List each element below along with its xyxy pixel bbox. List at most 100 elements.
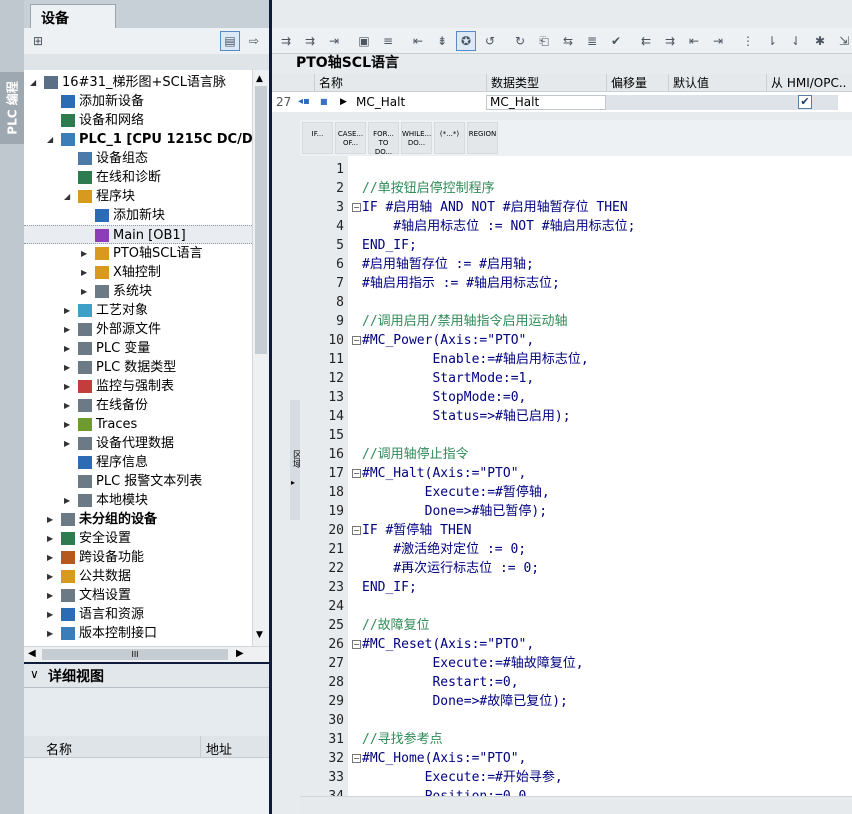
tree-item[interactable]: ▶ 监控与强制表 xyxy=(24,377,252,396)
code-line[interactable]: IF #启用轴 AND NOT #启用轴暂存位 THEN xyxy=(362,198,628,217)
tree-item[interactable]: 在线和诊断 xyxy=(24,168,252,187)
interface-row[interactable]: 27 ◂▪ ■ ▶ MC_Halt MC_Halt ✔ xyxy=(272,92,852,112)
fold-toggle-icon[interactable]: − xyxy=(352,526,361,535)
code-line[interactable]: END_IF; xyxy=(362,578,417,597)
hmi-checkbox[interactable]: ✔ xyxy=(798,95,812,109)
indent-left-icon[interactable]: ⇇ xyxy=(636,31,656,51)
region-snippet-button[interactable]: REGION xyxy=(467,122,498,154)
open-editor-icon[interactable]: ⇨ xyxy=(244,31,264,51)
collapse-arrow-icon[interactable]: ◢ xyxy=(47,130,57,149)
redo-icon[interactable]: ↻ xyxy=(510,31,530,51)
monitor-icon[interactable]: ⎗ xyxy=(534,31,554,51)
code-line[interactable]: StartMode:=1, xyxy=(362,369,534,388)
expand-arrow-icon[interactable]: ▶ xyxy=(47,567,57,586)
tree-horizontal-scrollbar[interactable]: ◀ III ▶ xyxy=(24,646,269,662)
fold-toggle-icon[interactable]: − xyxy=(352,336,361,345)
code-line[interactable]: //寻找参考点 xyxy=(362,730,443,749)
expand-arrow-icon[interactable]: ▶ xyxy=(64,358,74,377)
expand-arrow-icon[interactable]: ▶ xyxy=(64,415,74,434)
code-horizontal-scrollbar[interactable] xyxy=(300,796,852,814)
tree-item[interactable]: ▶ 安全设置 xyxy=(24,529,252,548)
fold-toggle-icon[interactable]: − xyxy=(352,754,361,763)
var-name[interactable]: MC_Halt xyxy=(356,92,405,112)
code-line[interactable]: #轴启用标志位 := NOT #轴启用标志位; xyxy=(362,217,635,236)
code-line[interactable]: StopMode:=0, xyxy=(362,388,526,407)
tree-item[interactable]: 程序信息 xyxy=(24,453,252,472)
overview-icon[interactable]: ▤ xyxy=(220,31,240,51)
expand-arrow-icon[interactable]: ▶ xyxy=(64,320,74,339)
expand-arrow-icon[interactable]: ▶ xyxy=(64,396,74,415)
comment-snippet-button[interactable]: (*...*) xyxy=(434,122,465,154)
bookmark-prev-icon[interactable]: ⇂ xyxy=(762,31,782,51)
code-line[interactable]: Execute:=#开始寻参, xyxy=(362,768,563,787)
properties-icon[interactable]: ⊞ xyxy=(28,31,48,51)
var-datatype[interactable]: MC_Halt xyxy=(490,92,539,112)
tree-item[interactable]: ▶ 版本控制接口 xyxy=(24,624,252,643)
expand-arrow-icon[interactable]: ▶ xyxy=(64,377,74,396)
tree-item[interactable]: ▶ X轴控制 xyxy=(24,263,252,282)
code-area[interactable]: 1 2 3 4 5 6 7 8 9 10 11 12 13 14 15 16 17 18 19 20 21 22 23 24 2… xyxy=(300,156,852,796)
code-line[interactable]: #再次运行标志位 := 0; xyxy=(362,559,539,578)
col-name-header[interactable]: 名称 xyxy=(314,74,486,92)
scroll-up-icon[interactable]: ▲ xyxy=(256,74,263,84)
col-default-header[interactable]: 默认值 xyxy=(668,74,766,92)
tree-item[interactable]: ▶ 跨设备功能 xyxy=(24,548,252,567)
code-line[interactable]: Position:=0.0, xyxy=(362,787,535,796)
favorites-icon[interactable]: ✪ xyxy=(456,31,476,51)
code-line[interactable]: //单按钮启停控制程序 xyxy=(362,179,495,198)
tree-item[interactable]: ▶ 外部源文件 xyxy=(24,320,252,339)
expand-arrow-icon[interactable]: ▶ xyxy=(81,244,91,263)
expand-arrow-icon[interactable]: ▶ xyxy=(81,263,91,282)
export-icon[interactable]: ⇥ xyxy=(324,31,344,51)
tree-item[interactable]: 添加新块 xyxy=(24,206,252,225)
detail-view-header[interactable]: ∨ 详细视图 xyxy=(24,664,269,688)
code-line[interactable]: //故障复位 xyxy=(362,616,430,635)
expand-arrow-icon[interactable]: ▶ xyxy=(47,624,57,643)
tree-item[interactable]: ▶ 公共数据 xyxy=(24,567,252,586)
while-snippet-button[interactable]: WHILE... DO... xyxy=(401,122,432,154)
col-offset-header[interactable]: 偏移量 xyxy=(606,74,668,92)
undo-icon[interactable]: ↺ xyxy=(480,31,500,51)
compile-icon[interactable]: ▣ xyxy=(354,31,374,51)
code-line[interactable]: END_IF; xyxy=(362,236,417,255)
download-icon[interactable]: ⇟ xyxy=(432,31,452,51)
outdent-icon[interactable]: ⇤ xyxy=(684,31,704,51)
check-icon[interactable]: ✔ xyxy=(606,31,626,51)
tree-item[interactable]: ▶ PLC 变量 xyxy=(24,339,252,358)
code-line[interactable]: #激活绝对定位 := 0; xyxy=(362,540,526,559)
tree-item[interactable]: ▶ PLC 数据类型 xyxy=(24,358,252,377)
col-hmi-header[interactable]: 从 HMI/OPC... xyxy=(766,74,846,92)
tree-item[interactable]: 添加新设备 xyxy=(24,92,252,111)
scroll-right-icon[interactable]: ▶ xyxy=(236,648,244,659)
plc-programming-tab[interactable]: PLC 编程 xyxy=(0,72,24,144)
tree-item[interactable]: PLC 报警文本列表 xyxy=(24,472,252,491)
collapse-arrow-icon[interactable]: ◢ xyxy=(64,187,74,206)
expand-side-icon[interactable]: ▸ xyxy=(291,478,295,487)
scroll-down-icon[interactable]: ▼ xyxy=(256,630,263,640)
expand-arrow-icon[interactable]: ▶ xyxy=(47,548,57,567)
col-name[interactable]: 名称 xyxy=(46,739,72,758)
tree-item[interactable]: ▶ 在线备份 xyxy=(24,396,252,415)
tree-item[interactable]: ◢ 程序块 xyxy=(24,187,252,206)
tree-item[interactable]: 设备和网络 xyxy=(24,111,252,130)
col-datatype-header[interactable]: 数据类型 xyxy=(486,74,606,92)
side-collapse-grip[interactable]: 区域 ▸ xyxy=(290,400,301,520)
tree-item[interactable]: ▶ 工艺对象 xyxy=(24,301,252,320)
tree-item[interactable]: 设备组态 xyxy=(24,149,252,168)
case-snippet-button[interactable]: CASE... OF... xyxy=(335,122,366,154)
expand-arrow-icon[interactable]: ▶ xyxy=(64,339,74,358)
collapse-arrow-icon[interactable]: ◢ xyxy=(30,73,40,92)
tree-item[interactable]: ◢ PLC_1 [CPU 1215C DC/DC xyxy=(24,130,252,149)
indent-icon[interactable]: ⇥ xyxy=(708,31,728,51)
code-line[interactable]: Restart:=0, xyxy=(362,673,518,692)
format-icon[interactable]: ⋮ xyxy=(738,31,758,51)
code-line[interactable]: Status=>#轴已启用); xyxy=(362,407,570,426)
list-icon[interactable]: ≡ xyxy=(378,31,398,51)
code-line[interactable]: #MC_Halt(Axis:="PTO", xyxy=(362,464,526,483)
scroll-left-icon[interactable]: ◀ xyxy=(28,648,36,659)
hscroll-thumb[interactable]: III xyxy=(42,649,228,660)
chevron-down-icon[interactable]: ∨ xyxy=(30,667,39,681)
tree-item[interactable]: ▶ 系统块 xyxy=(24,282,252,301)
expand-arrow-icon[interactable]: ▶ xyxy=(340,92,347,112)
expand-arrow-icon[interactable]: ▶ xyxy=(64,491,74,510)
